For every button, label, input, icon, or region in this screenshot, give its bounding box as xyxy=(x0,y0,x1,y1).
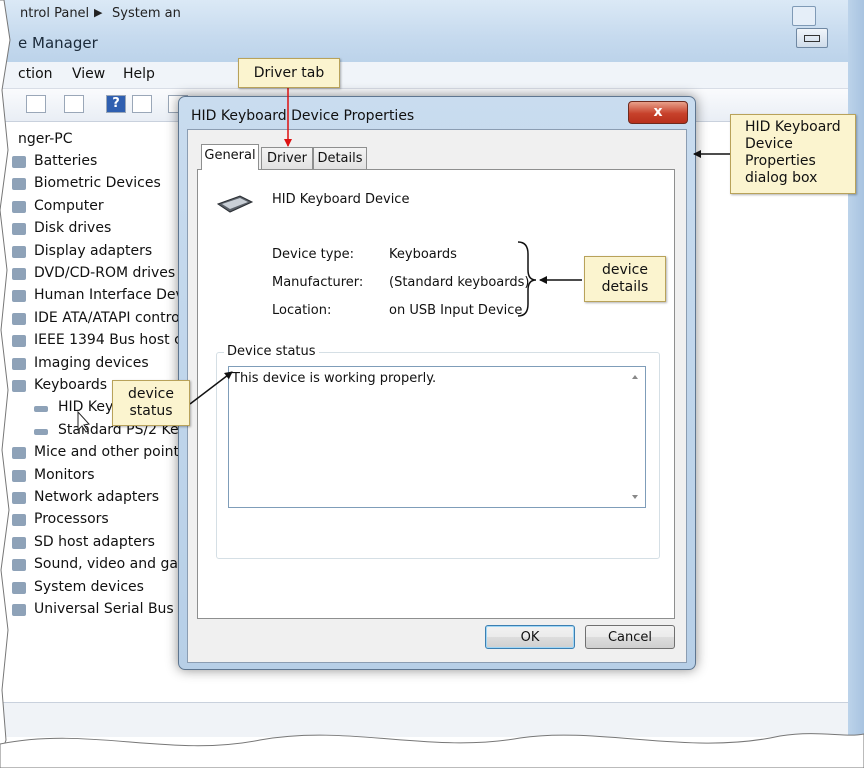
device-details-brace xyxy=(517,241,537,317)
callout-line: device xyxy=(128,386,174,402)
callout-line: status xyxy=(129,403,173,419)
callout-driver-tab: Driver tab xyxy=(238,58,340,88)
callout-dialog-box: HID Keyboard Device Properties dialog bo… xyxy=(730,114,856,194)
callout-device-status: device status xyxy=(112,380,190,426)
callout-line: Device xyxy=(745,136,793,152)
tab-general[interactable]: General xyxy=(201,144,259,170)
callout-line: Properties xyxy=(745,153,816,169)
callout-line: device xyxy=(602,262,648,278)
mouse-pointer-icon xyxy=(77,410,90,433)
callout-line: HID Keyboard xyxy=(745,119,841,135)
callout-line: details xyxy=(601,279,649,295)
device-status-arrow xyxy=(189,371,233,405)
callout-device-details: device details xyxy=(584,256,666,302)
callout-line: dialog box xyxy=(745,170,818,186)
